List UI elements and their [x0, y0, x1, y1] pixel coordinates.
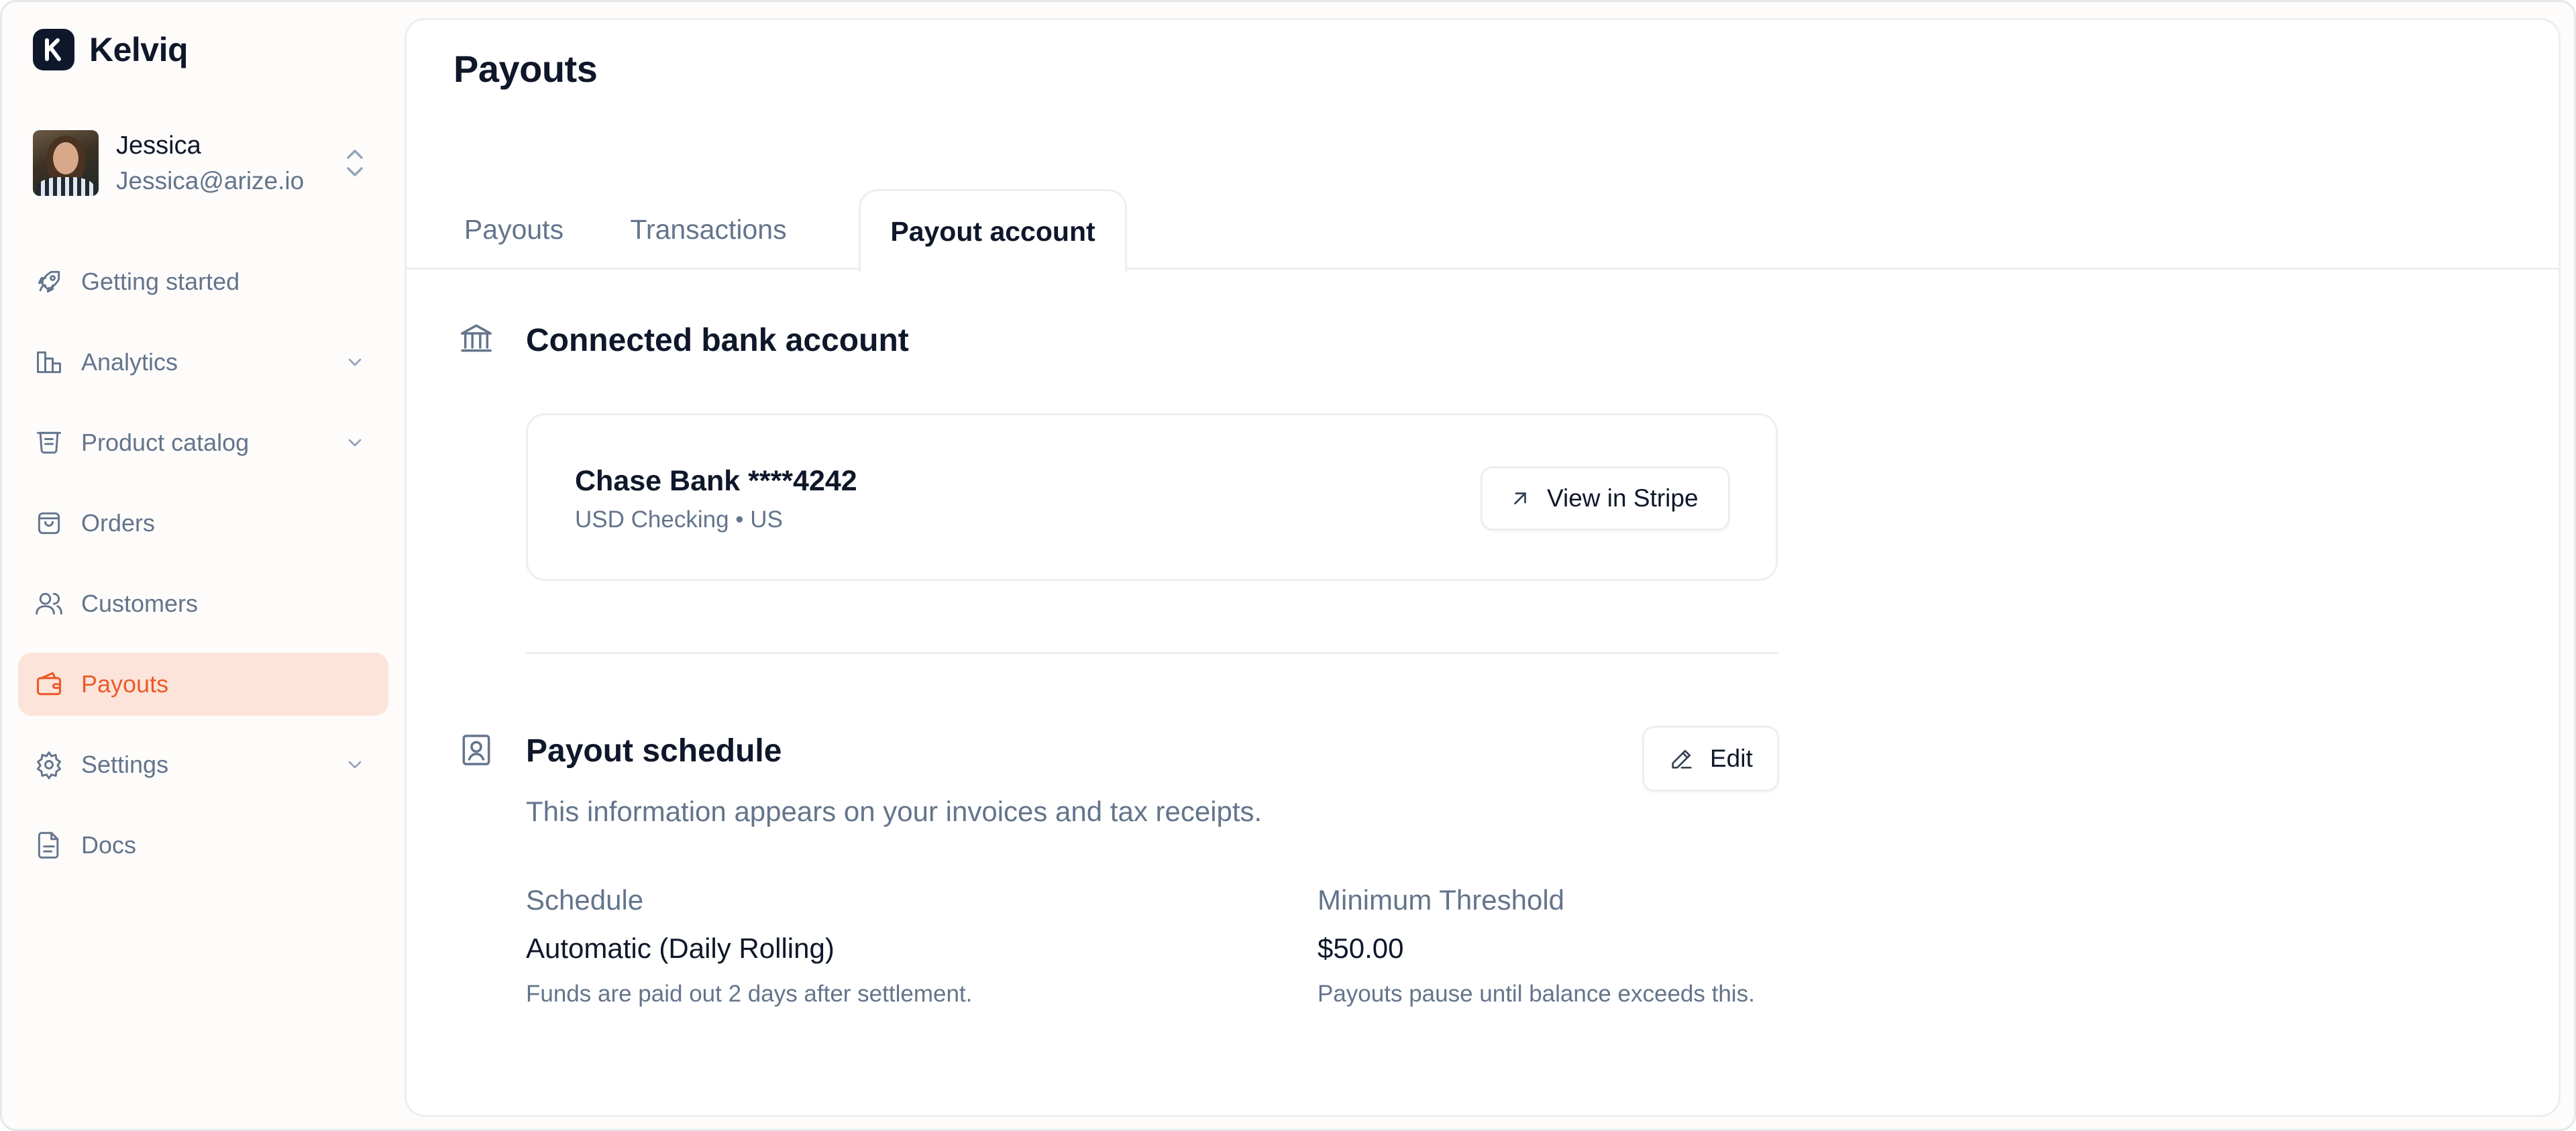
bank-name: Chase Bank ****4242	[575, 465, 857, 497]
rocket-icon	[34, 267, 64, 297]
bank-details: USD Checking • US	[575, 506, 783, 533]
pencil-icon	[1668, 745, 1695, 772]
sidebar: Kelviq Jessica Jessica@arize.io Getting …	[2, 2, 405, 1129]
section-divider	[526, 652, 1778, 654]
document-icon	[34, 830, 64, 860]
sidebar-item-label: Docs	[81, 831, 137, 859]
view-in-stripe-label: View in Stripe	[1547, 484, 1699, 512]
schedule-hint: Funds are paid out 2 days after settleme…	[526, 981, 973, 1007]
schedule-label: Schedule	[526, 884, 644, 916]
edit-schedule-button[interactable]: Edit	[1642, 726, 1779, 792]
users-icon	[34, 589, 64, 618]
view-in-stripe-button[interactable]: View in Stripe	[1481, 466, 1730, 531]
sidebar-item-orders[interactable]: Orders	[18, 492, 388, 555]
brand-logo[interactable]: Kelviq	[33, 29, 189, 70]
tab-payouts[interactable]: Payouts	[453, 189, 574, 270]
bank-section-title: Connected bank account	[526, 323, 909, 358]
sidebar-item-docs[interactable]: Docs	[18, 814, 388, 877]
contact-card-icon	[458, 731, 495, 769]
sidebar-item-payouts[interactable]: Payouts	[18, 653, 388, 716]
tab-payout-account[interactable]: Payout account	[859, 189, 1127, 272]
sidebar-item-label: Orders	[81, 509, 156, 537]
sidebar-item-analytics[interactable]: Analytics	[18, 331, 388, 394]
shopping-bag-icon	[34, 508, 64, 538]
chevron-down-icon[interactable]	[344, 351, 366, 379]
bar-chart-icon	[34, 347, 64, 377]
kelviq-logo-icon	[33, 29, 74, 70]
schedule-value: Automatic (Daily Rolling)	[526, 932, 835, 964]
chevron-down-icon[interactable]	[344, 431, 366, 460]
bank-icon	[458, 319, 495, 357]
page-title: Payouts	[453, 48, 598, 90]
sidebar-item-label: Analytics	[81, 348, 178, 376]
sidebar-item-customers[interactable]: Customers	[18, 572, 388, 635]
user-name: Jessica	[116, 131, 201, 160]
sidebar-item-label: Getting started	[81, 268, 240, 295]
sidebar-item-getting-started[interactable]: Getting started	[18, 250, 388, 313]
gear-icon	[34, 750, 64, 779]
tab-transactions[interactable]: Transactions	[608, 189, 809, 270]
main-panel: Payouts Payouts Transactions Payout acco…	[405, 18, 2561, 1117]
sidebar-item-label: Customers	[81, 590, 199, 617]
schedule-description: This information appears on your invoice…	[526, 796, 1263, 827]
threshold-value: $50.00	[1318, 932, 1404, 964]
sidebar-item-settings[interactable]: Settings	[18, 733, 388, 796]
threshold-label: Minimum Threshold	[1318, 884, 1565, 916]
user-email: Jessica@arize.io	[116, 166, 305, 195]
arrow-up-right-icon	[1508, 486, 1532, 510]
sidebar-item-label: Payouts	[81, 670, 169, 698]
edit-label: Edit	[1710, 745, 1753, 772]
sidebar-item-product-catalog[interactable]: Product catalog	[18, 411, 388, 474]
chevron-down-icon[interactable]	[344, 753, 366, 782]
app-window: Kelviq Jessica Jessica@arize.io Getting …	[0, 0, 2576, 1131]
tab-bar: Payouts Transactions Payout account	[407, 189, 2559, 272]
catalog-icon	[34, 428, 64, 457]
bank-account-card: Chase Bank ****4242 USD Checking • US Vi…	[526, 413, 1778, 581]
avatar	[33, 130, 99, 196]
threshold-hint: Payouts pause until balance exceeds this…	[1318, 981, 1755, 1007]
brand-name: Kelviq	[89, 31, 189, 68]
schedule-section-title: Payout schedule	[526, 733, 782, 769]
sidebar-nav: Getting started Analytics Product catalo…	[18, 250, 388, 894]
sidebar-item-label: Product catalog	[81, 429, 250, 456]
sidebar-item-label: Settings	[81, 751, 169, 778]
wallet-icon	[34, 669, 64, 699]
account-switcher[interactable]: Jessica Jessica@arize.io	[33, 129, 375, 197]
chevron-up-down-icon[interactable]	[341, 144, 368, 185]
